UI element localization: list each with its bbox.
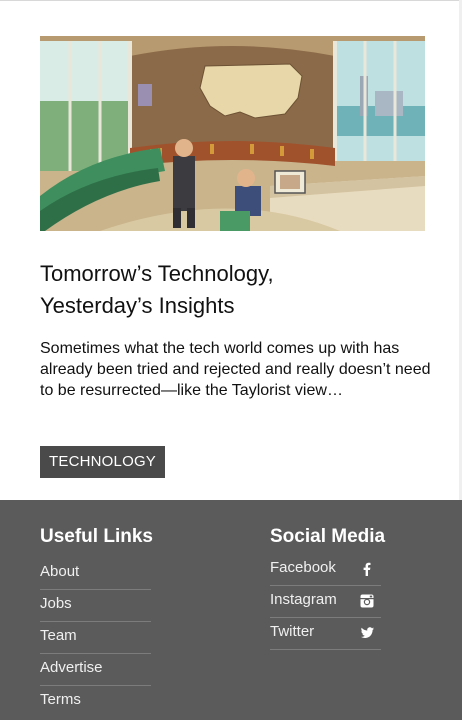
footer-link-jobs[interactable]: Jobs [40, 590, 151, 622]
social-link-label: Instagram [270, 591, 337, 608]
social-link-instagram[interactable]: Instagram [270, 586, 381, 618]
social-link-facebook[interactable]: Facebook [270, 554, 381, 586]
instagram-icon [360, 594, 374, 608]
article-title[interactable]: Tomorrow’s Technology, Yesterday’s Insig… [40, 258, 430, 322]
social-media-list: Facebook Instagram Twitter [270, 554, 381, 650]
footer-link-team[interactable]: Team [40, 622, 151, 654]
social-link-label: Twitter [270, 623, 315, 640]
article-hero-image[interactable] [40, 36, 425, 231]
facebook-icon [363, 562, 371, 576]
article-title-line-1[interactable]: Tomorrow’s Technology, [40, 261, 274, 286]
useful-links-heading: Useful Links [40, 526, 153, 547]
social-link-label: Facebook [270, 559, 336, 576]
useful-links-list: About Jobs Team Advertise Terms [40, 558, 151, 718]
social-link-twitter[interactable]: Twitter [270, 618, 381, 650]
footer-link-terms[interactable]: Terms [40, 686, 151, 718]
category-tag[interactable]: TECHNOLOGY [40, 446, 166, 478]
footer-link-about[interactable]: About [40, 558, 151, 590]
site-footer: Useful Links About Jobs Team Advertise T… [0, 500, 462, 720]
retro-office-illustration [40, 36, 425, 231]
social-media-heading: Social Media [270, 526, 386, 547]
top-divider [0, 0, 462, 1]
footer-link-advertise[interactable]: Advertise [40, 654, 151, 686]
article-excerpt: Sometimes what the tech world comes up w… [40, 340, 431, 399]
article-title-line-2[interactable]: Yesterday’s Insights [40, 293, 234, 318]
twitter-icon [360, 627, 374, 638]
